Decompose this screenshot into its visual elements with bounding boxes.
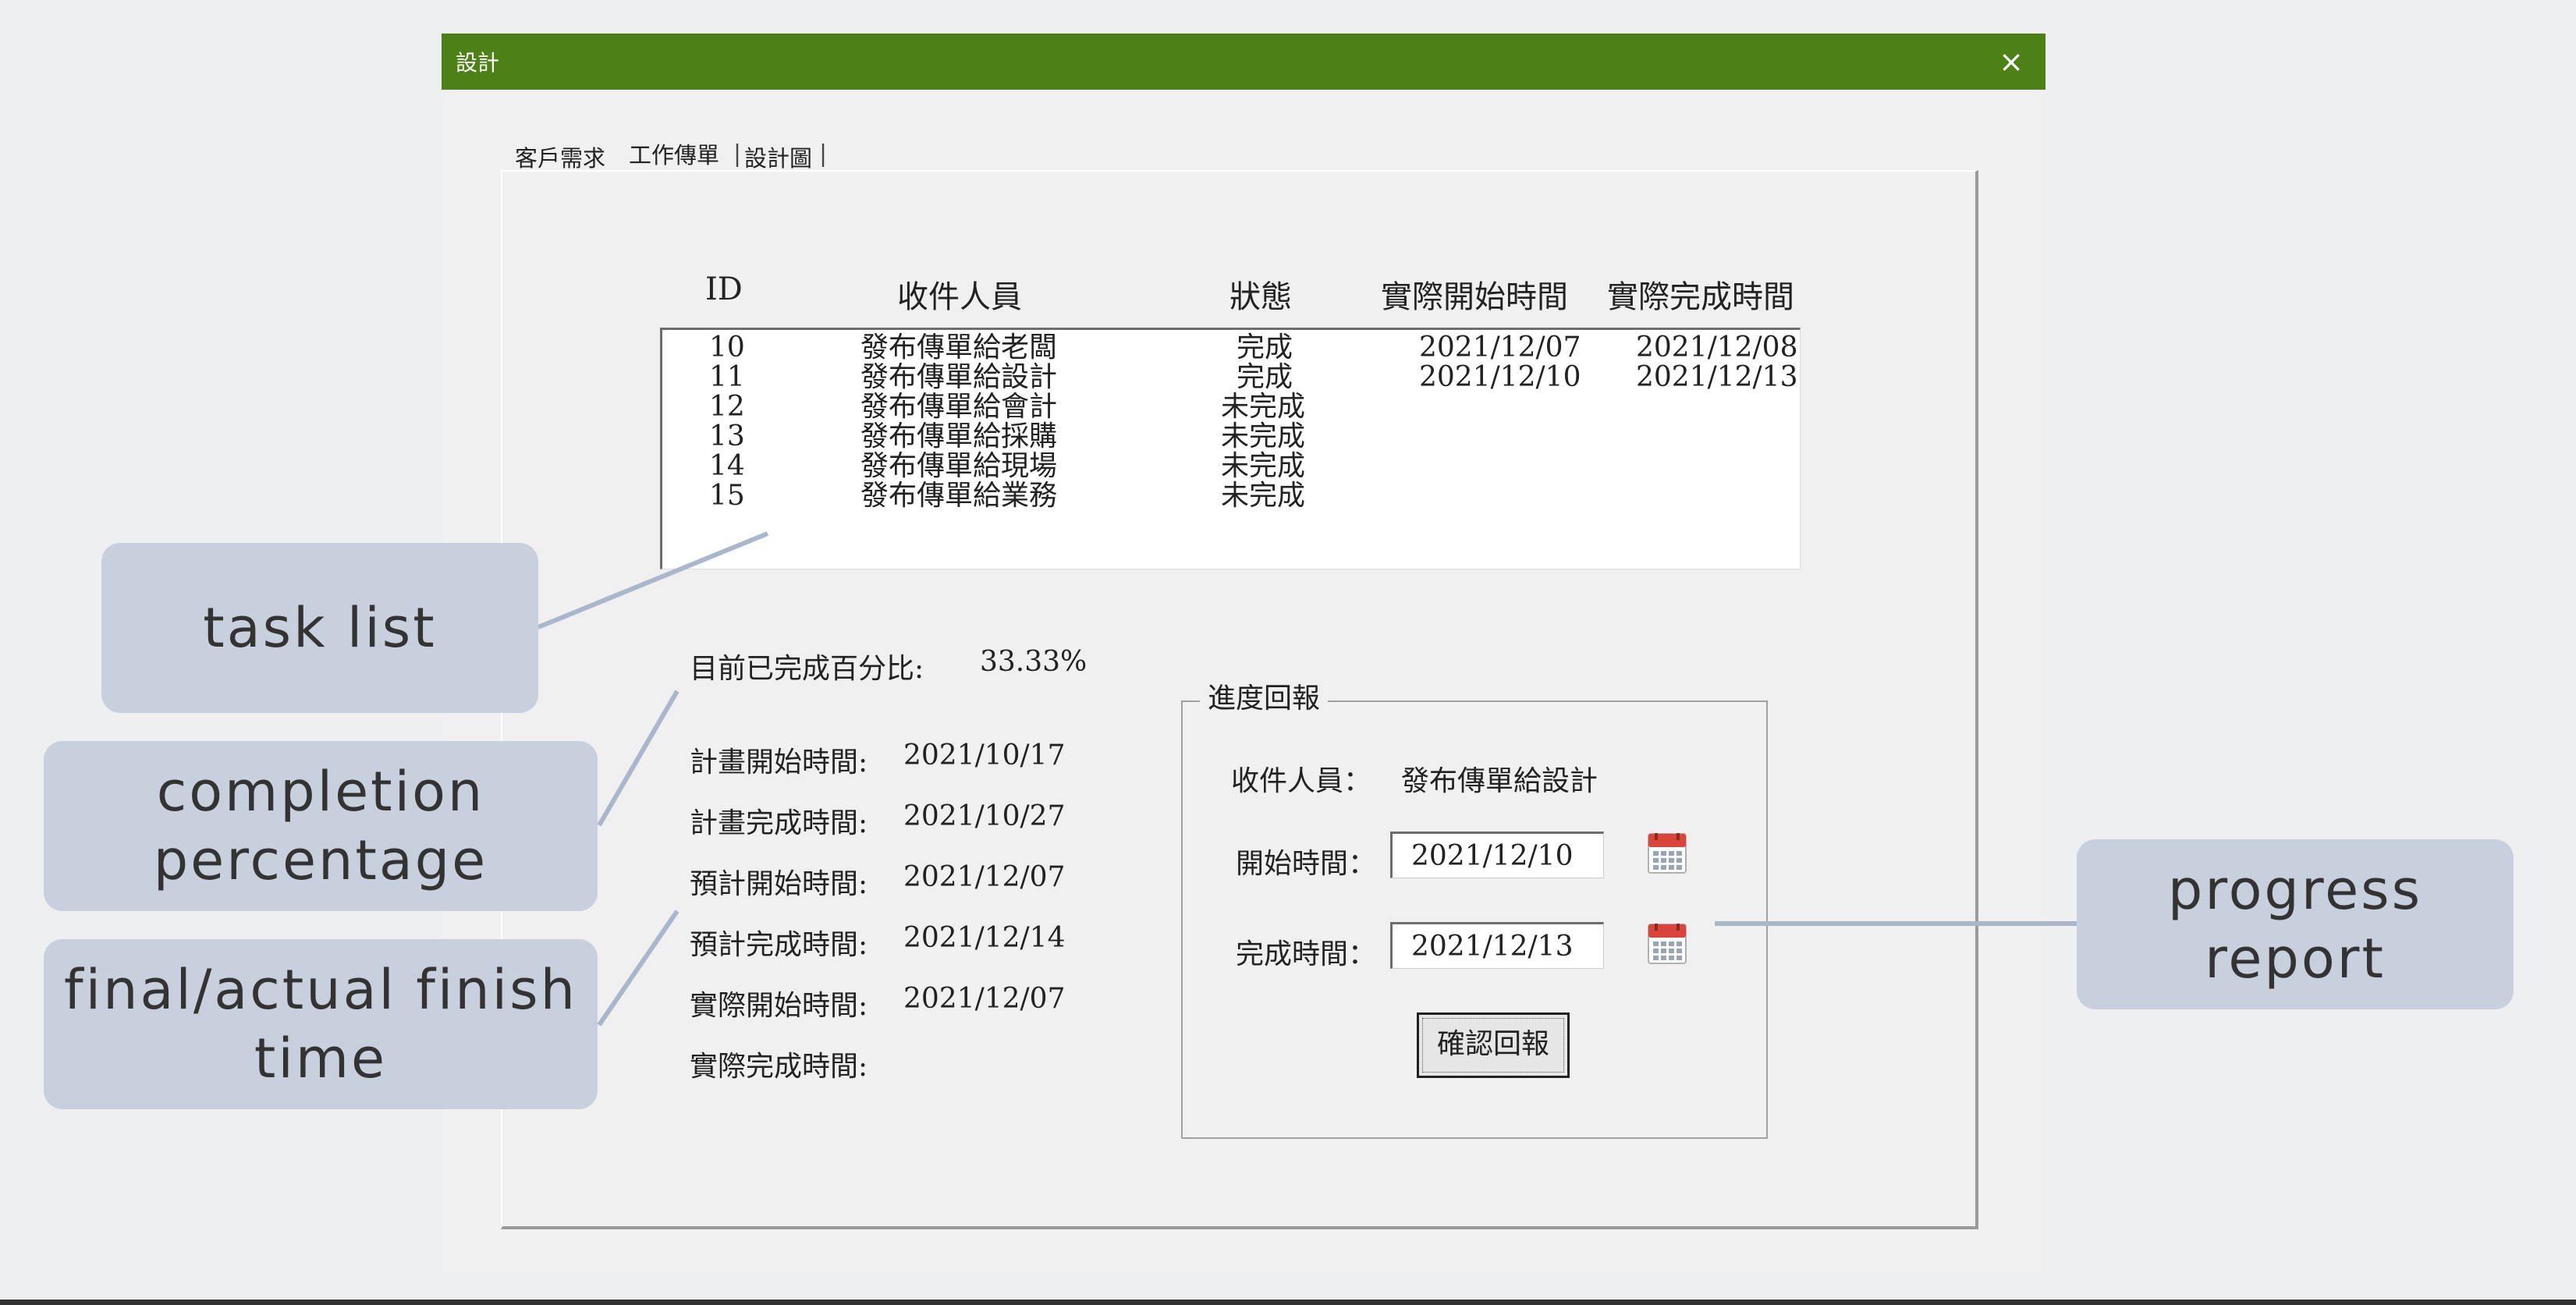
cell-status: 未完成 [1221,480,1306,512]
callout-completion-line1: completion [156,760,485,824]
cell-id: 15 [709,480,745,512]
calendar-icon[interactable] [1648,833,1687,874]
confirm-report-label: 確認回報 [1436,1028,1549,1060]
actual-start-label: 實際開始時間: [690,990,868,1022]
table-row[interactable]: 11 發布傳單給設計 完成 2021/12/10 2021/12/13 [662,363,1800,392]
tab-work-order[interactable]: 工作傳單 [629,137,719,170]
plan-finish-label: 計畫完成時間: [690,807,868,839]
callout-finish-line1: final/actual finish [64,958,577,1022]
callout-completion-percentage: completion percentage [44,741,598,911]
column-header-actual-start: 實際開始時間 [1381,279,1568,315]
callout-progress-line1: progress [2167,858,2423,922]
cell-recipient: 發布傳單給老闆 [860,332,1058,363]
progress-report-title: 進度回報 [1200,676,1329,716]
calendar-icon[interactable] [1648,924,1687,964]
column-header-id: ID [705,271,743,307]
column-header-status: 狀態 [1229,279,1292,315]
tab-separator: | [819,140,828,168]
tab-customer-requirements[interactable]: 客戶需求 [515,140,605,173]
cell-actual-finish: 2021/12/13 [1636,361,1798,393]
tab-separator: | [733,140,742,168]
table-row[interactable]: 15 發布傳單給業務 未完成 [662,481,1800,511]
start-time-label: 開始時間： [1236,848,1377,880]
cell-actual-finish: 2021/12/08 [1636,332,1798,363]
cell-recipient: 發布傳單給業務 [860,480,1058,512]
completion-percentage-value: 33.33% [980,646,1088,678]
callout-finish-time: final/actual finish time [44,939,598,1109]
finish-time-label: 完成時間： [1236,938,1377,970]
plan-start-label: 計畫開始時間: [690,746,868,778]
table-row[interactable]: 14 發布傳單給現場 未完成 [662,452,1800,481]
cell-status: 未完成 [1221,391,1306,423]
window-title: 設計 [456,50,500,76]
callout-finish-line2: time [254,1027,388,1090]
cell-recipient: 發布傳單給現場 [860,450,1058,482]
cell-recipient: 發布傳單給會計 [860,391,1058,423]
tab-design-drawing[interactable]: 設計圖 [744,140,812,173]
finish-time-input[interactable] [1390,922,1604,969]
callout-completion-line2: percentage [153,828,488,892]
table-row[interactable]: 12 發布傳單給會計 未完成 [662,392,1800,422]
recipient-value: 發布傳單給設計 [1401,765,1598,797]
cell-status: 未完成 [1221,420,1306,452]
cell-id: 14 [709,450,745,482]
title-bar[interactable]: 設計 × [442,34,2046,90]
cell-id: 13 [709,420,745,452]
confirm-report-button[interactable]: 確認回報 [1417,1012,1570,1078]
cell-id: 10 [709,332,745,363]
task-list[interactable]: 10 發布傳單給老闆 完成 2021/12/07 2021/12/08 11 發… [660,328,1801,569]
cell-status: 完成 [1237,332,1293,363]
callout-progress-line2: report [2205,927,2386,991]
table-row[interactable]: 10 發布傳單給老闆 完成 2021/12/07 2021/12/08 [662,333,1800,363]
callout-progress-report: progress report [2077,839,2514,1009]
callout-task-list-text: task list [203,596,437,660]
table-row[interactable]: 13 發布傳單給採購 未完成 [662,422,1800,452]
estimated-finish-value: 2021/12/14 [903,922,1066,954]
cell-id: 11 [709,361,745,393]
cell-recipient: 發布傳單給設計 [860,361,1058,393]
estimated-start-value: 2021/12/07 [903,861,1066,893]
cell-status: 完成 [1237,361,1293,393]
bottom-border [0,1300,2576,1305]
actual-start-value: 2021/12/07 [903,983,1066,1015]
plan-finish-value: 2021/10/27 [903,800,1066,832]
cell-status: 未完成 [1221,450,1306,482]
completion-percentage-label: 目前已完成百分比: [690,653,924,685]
estimated-finish-label: 預計完成時間: [690,929,868,961]
close-button[interactable]: × [1988,38,2035,85]
recipient-label: 收件人員： [1231,765,1372,797]
cell-actual-start: 2021/12/07 [1419,332,1581,363]
estimated-start-label: 預計開始時間: [690,868,868,900]
start-time-input[interactable] [1390,832,1604,878]
column-header-actual-finish: 實際完成時間 [1607,279,1794,315]
cell-id: 12 [709,391,745,423]
callout-task-list: task list [101,543,538,713]
actual-finish-label: 實際完成時間: [690,1051,868,1083]
cell-recipient: 發布傳單給採購 [860,420,1058,452]
cell-actual-start: 2021/12/10 [1419,361,1581,393]
plan-start-value: 2021/10/17 [903,739,1066,771]
column-header-recipient: 收件人員 [897,279,1022,315]
